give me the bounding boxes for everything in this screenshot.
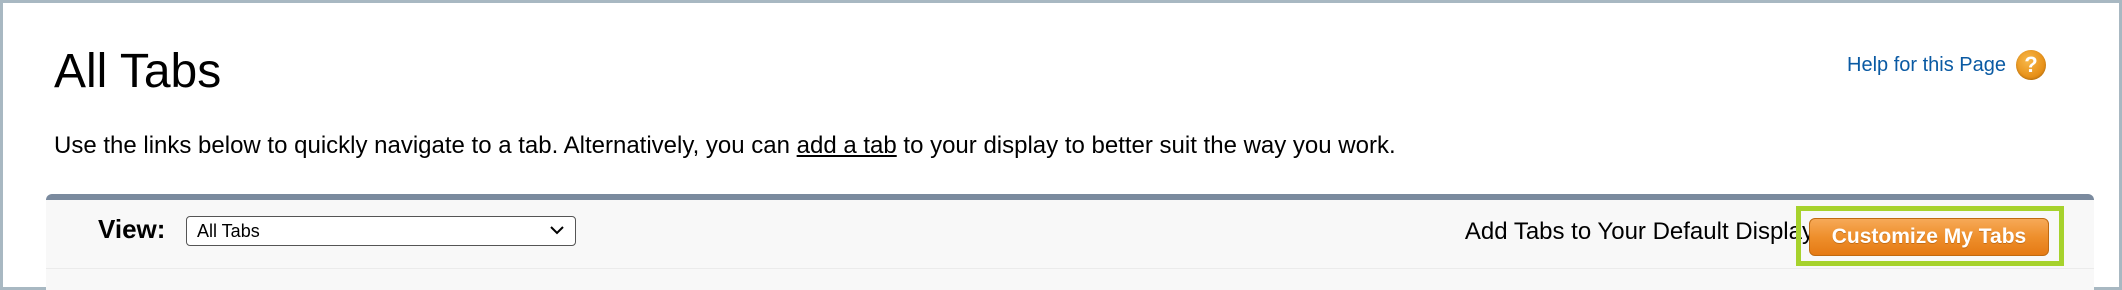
- customize-highlight: Customize My Tabs: [1796, 206, 2064, 266]
- chevron-down-icon: [550, 226, 564, 235]
- help-link[interactable]: Help for this Page ?: [1847, 50, 2046, 80]
- add-tabs-text: Add Tabs to Your Default Display: [1464, 218, 1814, 245]
- customize-my-tabs-button[interactable]: Customize My Tabs: [1809, 218, 2049, 256]
- intro-text: Use the links below to quickly navigate …: [54, 130, 1396, 162]
- help-link-text[interactable]: Help for this Page: [1847, 54, 2006, 77]
- view-select[interactable]: All Tabs: [186, 216, 576, 246]
- view-select-value: All Tabs: [197, 220, 260, 241]
- question-mark-icon[interactable]: ?: [2016, 50, 2046, 80]
- view-label: View:: [98, 214, 166, 244]
- page-title: All Tabs: [54, 45, 222, 98]
- intro-text-before: Use the links below to quickly navigate …: [54, 132, 797, 159]
- view-bar: View: All Tabs Add Tabs to Your Default …: [46, 194, 2094, 290]
- divider: [46, 268, 2094, 269]
- intro-text-after: to your display to better suit the way y…: [896, 132, 1396, 159]
- add-a-tab-link[interactable]: add a tab: [797, 132, 897, 159]
